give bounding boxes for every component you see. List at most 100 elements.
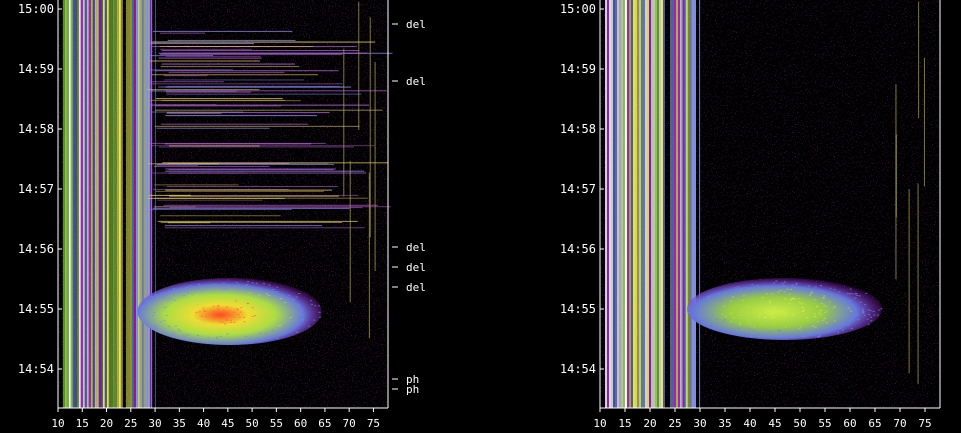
streak xyxy=(163,204,378,206)
burst-speck xyxy=(174,325,177,327)
burst-speck xyxy=(854,293,857,295)
burst-speck xyxy=(707,298,710,300)
burst-speck xyxy=(301,320,304,322)
burst-speck xyxy=(790,298,793,300)
burst-speck xyxy=(177,312,180,314)
burst-speck xyxy=(723,319,726,321)
burst-speck xyxy=(269,303,272,305)
burst-speck xyxy=(761,297,764,299)
burst-speck xyxy=(705,314,708,316)
burst-speck xyxy=(849,288,852,290)
burst-speck xyxy=(272,288,275,290)
burst-speck xyxy=(833,289,836,291)
band-stripe xyxy=(118,0,121,408)
band-stripe xyxy=(90,0,93,408)
burst-speck xyxy=(854,309,857,311)
burst-speck xyxy=(716,324,719,326)
burst-speck xyxy=(833,320,836,322)
burst-speck xyxy=(195,318,198,320)
burst-speck xyxy=(820,314,823,316)
burst-speck xyxy=(237,341,240,343)
band-stripe xyxy=(605,0,607,408)
burst-speck xyxy=(829,287,832,289)
burst-speck xyxy=(313,319,316,321)
y-tick-label: 14:56 xyxy=(18,242,54,256)
streak xyxy=(149,194,191,196)
burst-speck xyxy=(793,286,796,288)
burst-speck xyxy=(227,285,230,287)
streak xyxy=(147,208,292,210)
burst-speck xyxy=(801,307,804,309)
burst-speck xyxy=(205,315,208,317)
burst-speck xyxy=(789,288,792,290)
burst-speck xyxy=(268,316,271,318)
burst-speck xyxy=(183,295,186,297)
burst-speck xyxy=(801,310,804,312)
burst-speck xyxy=(220,288,223,290)
x-tick-label: 75 xyxy=(918,417,931,430)
burst-speck xyxy=(251,307,254,309)
x-tick-label: 20 xyxy=(100,417,113,430)
band-stripe xyxy=(70,0,73,408)
burst-speck xyxy=(292,298,295,300)
streak xyxy=(155,98,283,100)
burst-speck xyxy=(837,332,840,334)
burst-speck xyxy=(756,285,759,287)
burst-speck xyxy=(740,289,743,291)
y-tick-label: 14:54 xyxy=(560,362,596,376)
burst-speck xyxy=(195,293,198,295)
burst-speck xyxy=(276,338,279,340)
burst-speck xyxy=(747,313,750,315)
y-tick-label: 14:57 xyxy=(18,182,54,196)
burst-speck xyxy=(813,313,816,315)
band-stripe xyxy=(698,0,700,408)
burst-speck xyxy=(759,313,762,315)
burst-speck xyxy=(295,296,298,298)
burst-speck xyxy=(235,281,238,283)
x-tick-label: 70 xyxy=(893,417,906,430)
burst-speck xyxy=(222,282,225,284)
streak xyxy=(150,41,376,43)
burst-speck xyxy=(219,335,222,337)
burst-speck xyxy=(746,305,749,307)
burst-speck xyxy=(857,319,860,321)
burst-speck xyxy=(851,293,854,295)
burst-speck xyxy=(740,314,743,316)
band-stripe xyxy=(694,0,696,408)
burst-speck xyxy=(288,294,291,296)
streak xyxy=(154,104,217,106)
burst-speck xyxy=(846,293,849,295)
burst-speck xyxy=(212,341,215,343)
burst-speck xyxy=(215,336,218,338)
burst-speck xyxy=(248,337,251,339)
streak xyxy=(164,143,312,145)
burst-speck xyxy=(160,321,163,323)
burst-speck xyxy=(170,333,173,335)
burst-speck xyxy=(166,299,169,301)
burst-speck xyxy=(173,293,176,295)
streak xyxy=(156,127,270,129)
burst-speck xyxy=(196,304,199,306)
burst-speck xyxy=(856,314,859,316)
band-stripe xyxy=(670,0,672,408)
burst-speck xyxy=(707,296,710,298)
burst-speck xyxy=(771,313,774,315)
burst-speck xyxy=(737,286,740,288)
burst-speck xyxy=(200,340,203,342)
rfi-line xyxy=(917,183,919,385)
streak xyxy=(166,185,338,187)
burst-speck xyxy=(719,300,722,302)
streak xyxy=(162,162,388,164)
band-stripe xyxy=(617,0,619,408)
streak xyxy=(160,221,343,223)
burst-speck xyxy=(212,310,215,312)
burst-speck xyxy=(163,297,166,299)
burst-speck xyxy=(741,317,744,319)
burst-speck xyxy=(698,318,701,320)
x-tick-label: 30 xyxy=(148,417,161,430)
burst-speck xyxy=(795,282,798,284)
burst-speck xyxy=(757,287,760,289)
burst-speck xyxy=(301,318,304,320)
burst-speck xyxy=(173,299,176,301)
streak xyxy=(159,46,314,48)
